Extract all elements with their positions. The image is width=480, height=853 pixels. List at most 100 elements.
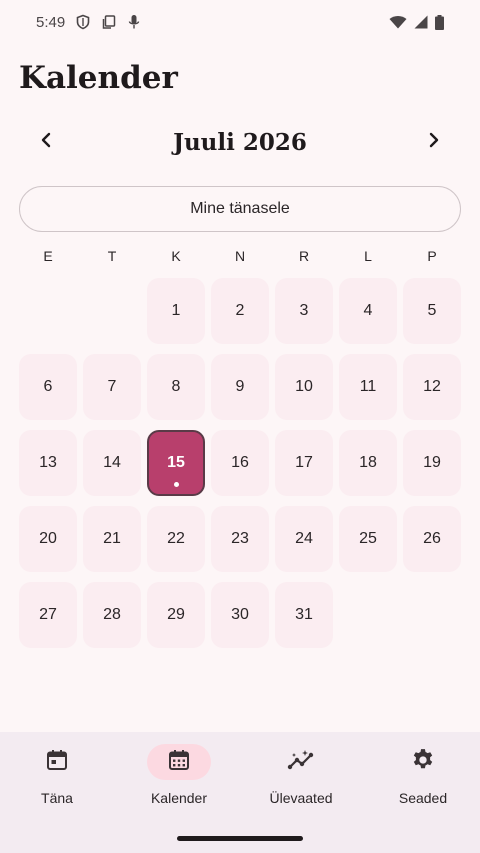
status-bar: 5:49 [0,0,480,44]
weekday-label: E [43,248,53,264]
day-number: 29 [167,606,185,623]
day-number: 28 [103,606,121,623]
day-cell-selected[interactable]: 15 [147,430,205,496]
day-cell[interactable]: 19 [403,430,461,496]
day-number: 19 [423,454,441,471]
day-cell[interactable]: 18 [339,430,397,496]
day-cell[interactable]: 4 [339,278,397,344]
day-cell[interactable]: 22 [147,506,205,572]
day-cell[interactable]: 16 [211,430,269,496]
day-number: 10 [295,378,313,395]
chevron-left-icon [39,132,53,152]
shield-icon [75,14,91,30]
weekday-label: N [234,248,246,264]
month-title: Juuli 2026 [173,128,307,156]
nav-item-today[interactable]: Täna [0,744,117,814]
prev-month-button[interactable] [22,118,70,166]
day-cell[interactable]: 3 [275,278,333,344]
day-number: 26 [423,530,441,547]
active-indicator [147,744,211,780]
day-number: 12 [423,378,441,395]
bottom-navigation: Täna Kalender Ülevaated Seaded [0,732,480,853]
day-number: 16 [231,454,249,471]
day-cell[interactable]: 5 [403,278,461,344]
weekday-label: R [298,248,310,264]
day-cell[interactable]: 14 [83,430,141,496]
day-number: 1 [171,302,181,319]
day-number: 11 [359,378,377,395]
day-cell[interactable]: 23 [211,506,269,572]
day-number: 13 [39,454,57,471]
nav-item-calendar[interactable]: Kalender [119,744,239,814]
day-number: 7 [107,378,117,395]
day-cell[interactable]: 13 [19,430,77,496]
wifi-icon [389,15,407,29]
chevron-right-icon [427,132,441,152]
day-number: 20 [39,530,57,547]
day-number: 8 [171,378,181,395]
day-cell[interactable]: 26 [403,506,461,572]
weekday-label: K [171,248,181,264]
day-number: 2 [235,302,245,319]
weekday-label: P [427,248,437,264]
day-number: 14 [103,454,121,471]
empty-day-cell [83,278,141,344]
day-number: 4 [363,302,373,319]
status-time: 5:49 [36,13,66,31]
day-number: 17 [295,454,313,471]
weekday-label: T [107,248,117,264]
day-number: 25 [359,530,377,547]
calendar-month-icon [167,748,191,776]
next-month-button[interactable] [410,118,458,166]
day-cell[interactable]: 21 [83,506,141,572]
insights-icon [287,748,315,776]
day-cell[interactable]: 29 [147,582,205,648]
home-indicator[interactable] [177,836,303,841]
nav-item-insights[interactable]: Ülevaated [241,744,361,814]
nav-item-settings[interactable]: Seaded [363,744,480,814]
day-number: 31 [295,606,313,623]
day-number: 27 [39,606,57,623]
day-number: 24 [295,530,313,547]
day-cell[interactable]: 2 [211,278,269,344]
day-number: 15 [167,454,185,471]
day-number: 22 [167,530,185,547]
day-number: 3 [299,302,309,319]
nav-label: Kalender [150,790,208,806]
day-cell[interactable]: 10 [275,354,333,420]
battery-icon [435,14,444,30]
nav-label: Seaded [398,790,448,806]
day-cell[interactable]: 9 [211,354,269,420]
signal-icon [414,15,428,29]
day-number: 9 [235,378,245,395]
day-cell[interactable]: 1 [147,278,205,344]
day-number: 30 [231,606,249,623]
day-cell[interactable]: 25 [339,506,397,572]
day-cell[interactable]: 11 [339,354,397,420]
day-number: 21 [103,530,121,547]
day-cell[interactable]: 12 [403,354,461,420]
page-title: Kalender [19,60,178,96]
day-cell[interactable]: 27 [19,582,77,648]
day-cell[interactable]: 6 [19,354,77,420]
go-to-today-button[interactable]: Mine tänasele [19,186,461,232]
day-number: 23 [231,530,249,547]
mic-icon [127,14,141,30]
day-number: 6 [43,378,53,395]
day-number: 18 [359,454,377,471]
day-cell[interactable]: 28 [83,582,141,648]
day-cell[interactable]: 31 [275,582,333,648]
weekday-header: E T K N R L P [16,248,464,268]
day-cell[interactable]: 8 [147,354,205,420]
day-cell[interactable]: 20 [19,506,77,572]
day-cell[interactable]: 30 [211,582,269,648]
gear-icon [410,747,436,777]
empty-day-cell [19,278,77,344]
month-navigation: Juuli 2026 [0,118,480,166]
nav-label: Ülevaated [269,790,333,806]
day-cell[interactable]: 7 [83,354,141,420]
day-number: 5 [427,302,437,319]
day-cell[interactable]: 17 [275,430,333,496]
weekday-label: L [364,248,372,264]
day-cell[interactable]: 24 [275,506,333,572]
